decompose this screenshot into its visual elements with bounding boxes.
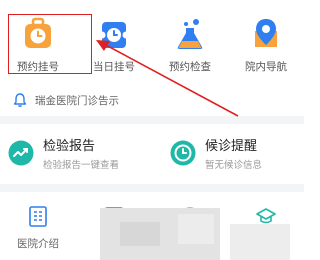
blurred-region (230, 224, 290, 260)
clinic-notice[interactable]: 瑞金医院门诊告示 (0, 86, 304, 114)
card-title: 检验报告 (43, 139, 96, 154)
quick-action-label: 院内导航 (245, 61, 287, 73)
blurred-region (178, 214, 214, 244)
annotation-highlight-box (8, 14, 92, 74)
service-label: 医院介绍 (17, 238, 59, 250)
section-divider (0, 184, 304, 192)
section-divider (0, 116, 304, 124)
service-hospital-intro[interactable]: 医院介绍 (0, 198, 76, 260)
blurred-region (120, 222, 160, 246)
flask-icon (177, 19, 203, 49)
notice-text: 瑞金医院门诊告示 (35, 94, 119, 107)
card-subtitle: 检验报告一键查看 (43, 160, 120, 171)
clock-icon (170, 140, 196, 166)
building-icon (29, 206, 47, 227)
bell-icon (13, 93, 27, 107)
quick-action-label: 预约检查 (169, 61, 211, 73)
card-waiting-reminder[interactable]: 候诊提醒 暂无候诊信息 (170, 128, 262, 178)
quick-action-exam[interactable]: 预约检查 (152, 0, 228, 82)
card-lab-report[interactable]: 检验报告 检验报告一键查看 (8, 128, 119, 178)
clock-ticket-icon (99, 22, 129, 48)
location-pin-icon (255, 19, 277, 47)
report-chart-icon (8, 140, 34, 166)
card-title: 候诊提醒 (205, 139, 258, 154)
quick-action-navigation[interactable]: 院内导航 (228, 0, 304, 82)
card-subtitle: 暂无候诊信息 (205, 160, 263, 171)
